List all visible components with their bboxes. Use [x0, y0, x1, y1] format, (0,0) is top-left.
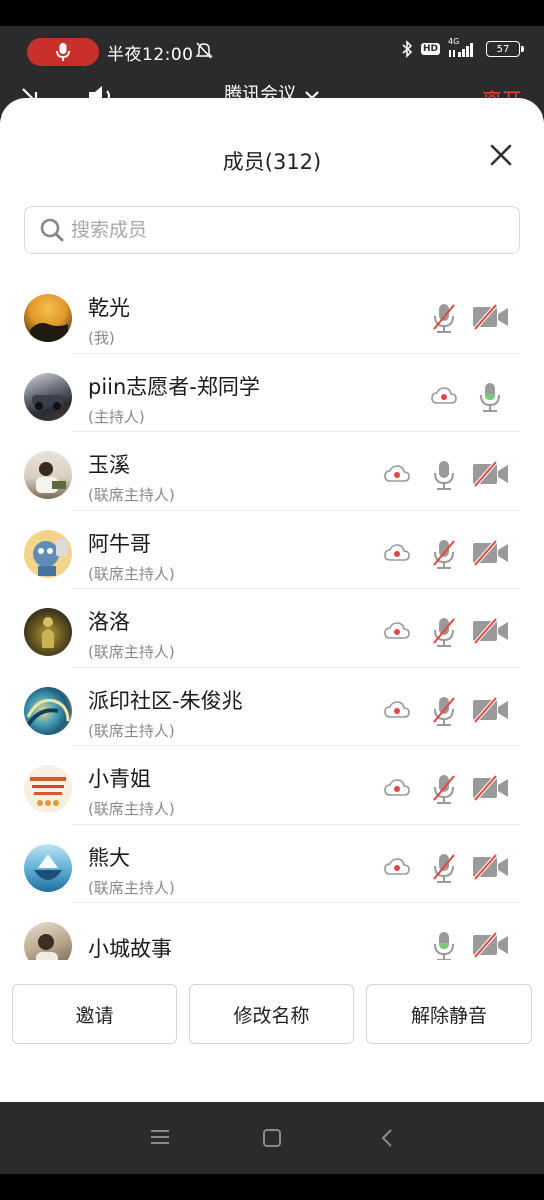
- home-icon[interactable]: [262, 1128, 282, 1148]
- battery-icon: 57: [486, 41, 524, 57]
- avatar: [24, 451, 72, 499]
- member-role: (主持人): [88, 407, 145, 426]
- camera-off-icon[interactable]: [472, 304, 510, 330]
- avatar: [24, 686, 72, 735]
- signal-icon: 4G: [448, 37, 478, 58]
- member-role: (联席主持人): [88, 643, 175, 661]
- member-role: (联席主持人): [88, 878, 175, 897]
- camera-off-icon[interactable]: [472, 696, 510, 723]
- hd-badge: HD: [420, 43, 440, 55]
- member-row[interactable]: 阿牛哥 (联席主持人): [0, 511, 544, 589]
- cloud-record-icon: [384, 700, 410, 718]
- system-icons: HD 4G 57: [401, 37, 524, 58]
- member-role: (联席主持人): [88, 800, 175, 818]
- mic-muted-icon[interactable]: [432, 773, 456, 805]
- member-row[interactable]: 小城故事: [0, 903, 544, 960]
- mic-muted-icon[interactable]: [432, 538, 456, 570]
- camera-off-icon[interactable]: [472, 932, 510, 958]
- member-role: (联席主持人): [88, 564, 175, 583]
- rename-button[interactable]: 修改名称: [189, 984, 354, 1044]
- member-name: 洛洛: [88, 610, 130, 634]
- unmute-all-button[interactable]: 解除静音: [366, 984, 532, 1044]
- close-icon[interactable]: [488, 142, 514, 168]
- member-name: 阿牛哥: [88, 531, 151, 556]
- mic-icon[interactable]: [432, 459, 456, 491]
- camera-off-icon[interactable]: [472, 618, 510, 644]
- member-name: 熊大: [88, 845, 130, 870]
- member-name: 乾光: [88, 296, 130, 320]
- avatar: [24, 294, 72, 342]
- back-icon[interactable]: [380, 1128, 394, 1148]
- mic-muted-icon[interactable]: [432, 695, 456, 727]
- cloud-record-icon: [384, 779, 410, 796]
- avatar: [24, 843, 72, 892]
- bell-off-icon: [195, 42, 213, 59]
- avatar: [24, 608, 72, 656]
- camera-off-icon[interactable]: [472, 775, 510, 801]
- avatar: [24, 765, 72, 813]
- battery-level: 57: [496, 43, 510, 55]
- mic-muted-icon[interactable]: [432, 616, 456, 648]
- member-name: 玉溪: [88, 453, 130, 477]
- cloud-record-icon: [384, 622, 410, 639]
- member-row[interactable]: piin志愿者-郑同学 (主持人): [0, 354, 544, 432]
- member-name: piin志愿者-郑同学: [88, 374, 260, 399]
- member-role: (我): [88, 329, 115, 347]
- clock: 半夜12:00: [107, 45, 194, 65]
- avatar: [24, 922, 72, 960]
- recording-mic-indicator[interactable]: [27, 38, 99, 66]
- search-icon: [40, 218, 64, 242]
- search-box[interactable]: [24, 206, 520, 254]
- member-name: 小青姐: [88, 767, 151, 791]
- member-row[interactable]: 乾光 (我): [0, 275, 544, 354]
- member-row[interactable]: 小青姐 (联席主持人): [0, 746, 544, 825]
- member-row[interactable]: 洛洛 (联席主持人): [0, 589, 544, 668]
- camera-off-icon[interactable]: [472, 461, 510, 487]
- cloud-record-icon: [384, 543, 410, 561]
- member-name: 派印社区-朱俊兆: [88, 688, 243, 713]
- screen: 半夜12:00 HD 4G 57 腾讯会议 成员(312) 搜索成员 乾光 (我…: [0, 0, 544, 1200]
- members-panel: 成员(312) 乾光 (我): [0, 98, 544, 1102]
- mic-muted-icon[interactable]: [432, 302, 456, 334]
- mic-active-icon[interactable]: [432, 930, 456, 960]
- member-row[interactable]: 玉溪 (联席主持人): [0, 432, 544, 511]
- cloud-record-icon: [384, 465, 410, 482]
- invite-button[interactable]: 邀请: [12, 984, 177, 1044]
- mic-muted-icon[interactable]: [432, 852, 456, 884]
- member-row[interactable]: 熊大 (联席主持人): [0, 825, 544, 903]
- member-list[interactable]: 乾光 (我) piin志愿者-郑同学 (主持人) 玉溪 (联席主持人) 阿牛哥 …: [0, 275, 544, 960]
- cloud-record-icon: [431, 386, 457, 404]
- camera-off-icon[interactable]: [472, 539, 510, 566]
- status-bar: 半夜12:00 HD 4G 57: [0, 26, 544, 76]
- avatar: [24, 372, 72, 421]
- member-row[interactable]: 派印社区-朱俊兆 (联席主持人): [0, 668, 544, 746]
- menu-icon[interactable]: [150, 1128, 170, 1146]
- cloud-record-icon: [384, 857, 410, 875]
- member-role: (联席主持人): [88, 721, 175, 740]
- panel-title: 成员(312): [222, 150, 322, 174]
- search-input[interactable]: [71, 219, 471, 241]
- member-role: (联席主持人): [88, 486, 175, 504]
- avatar: [24, 529, 72, 578]
- mic-active-icon[interactable]: [478, 381, 502, 413]
- camera-off-icon[interactable]: [472, 853, 510, 880]
- member-name: 小城故事: [88, 937, 172, 960]
- microphone-icon: [56, 43, 70, 61]
- bluetooth-icon: [402, 40, 413, 58]
- navigation-bar: [0, 1102, 544, 1174]
